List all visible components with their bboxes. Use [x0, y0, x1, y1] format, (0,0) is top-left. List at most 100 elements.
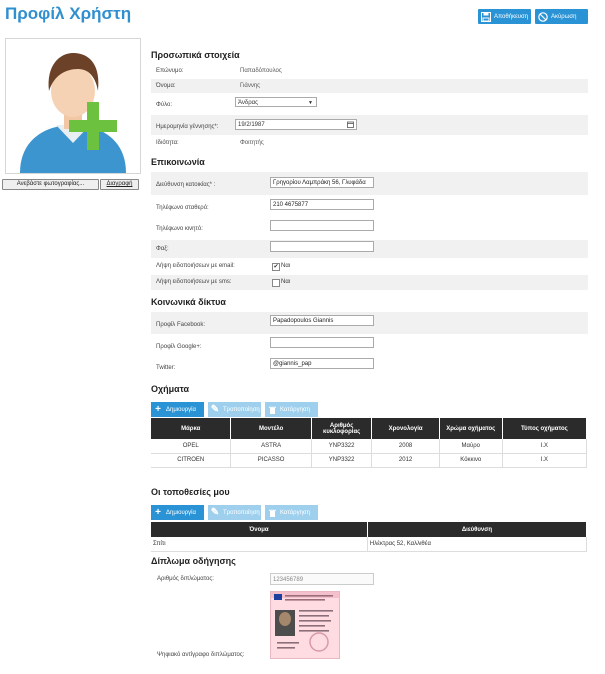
trash-icon	[267, 508, 277, 518]
trash-icon	[267, 405, 277, 415]
vehicles-delete-button[interactable]: Κατάργηση	[265, 402, 318, 417]
table-cell: Μαύρο	[439, 439, 503, 454]
cancel-icon	[537, 11, 548, 22]
fax-row: Φαξ:	[151, 240, 588, 258]
sms-notification-checkbox[interactable]	[272, 279, 280, 287]
chevron-down-icon: ▼	[308, 100, 313, 106]
sms-notification-row: Λήψη ειδοποιήσεων με sms: Ναι	[151, 275, 588, 290]
email-notification-row: Λήψη ειδοποιήσεων με email: ✔ Ναι	[151, 259, 588, 274]
column-header[interactable]: Αριθμός κυκλοφορίας	[311, 418, 373, 439]
name-value: Γιάννης	[240, 83, 261, 89]
column-header[interactable]: Χρώμα οχήματος	[439, 418, 503, 439]
locations-create-label: Δημιουργία	[166, 509, 196, 516]
avatar-add-icon	[20, 53, 126, 173]
pencil-icon: ✎	[210, 404, 220, 415]
mobile-label: Τηλέφωνο κινητό:	[156, 226, 203, 232]
column-header[interactable]: Τύπος οχήματος	[502, 418, 588, 439]
license-image[interactable]	[270, 591, 340, 659]
vehicles-edit-label: Τροποποίηση	[223, 406, 260, 413]
locations-create-button[interactable]: + Δημιουργία	[151, 505, 204, 520]
locations-delete-label: Κατάργηση	[280, 509, 310, 516]
vehicles-table: Μάρκα Μοντέλο Αριθμός κυκλοφορίας Χρονολ…	[151, 418, 588, 468]
google-input[interactable]	[270, 337, 374, 348]
contact-heading: Επικοινωνία	[151, 157, 205, 167]
locations-edit-button[interactable]: ✎ Τροποποίηση	[208, 505, 261, 520]
table-cell: 2008	[371, 439, 440, 454]
address-row: Διεύθυνση κατοικίας* : Γρηγορίου Λαμπράκ…	[151, 172, 588, 195]
gender-row: Φύλο: Άνδρας ▼	[151, 94, 588, 114]
personal-heading: Προσωπικά στοιχεία	[151, 50, 240, 60]
birthdate-label: Ημερομηνία γέννησης*:	[156, 124, 219, 130]
locations-delete-button[interactable]: Κατάργηση	[265, 505, 318, 520]
google-row: Προφίλ Google+:	[151, 335, 588, 356]
plus-icon: +	[155, 404, 161, 415]
profile-photo	[5, 38, 141, 174]
mobile-row: Τηλέφωνο κινητό:	[151, 219, 588, 239]
fax-input[interactable]	[270, 241, 374, 252]
cancel-button-label: Ακύρωση	[551, 13, 577, 20]
table-row[interactable]: CITROEN PICASSO YNP3322 2012 Κόκκινο I.X	[151, 453, 588, 468]
table-cell: YNP3322	[311, 453, 373, 468]
gender-select[interactable]: Άνδρας ▼	[235, 97, 317, 107]
address-label: Διεύθυνση κατοικίας* :	[156, 182, 216, 188]
phone-input[interactable]: 210 4675877	[270, 199, 374, 210]
google-label: Προφίλ Google+:	[156, 344, 202, 350]
save-button[interactable]: Αποθήκευση	[478, 9, 531, 24]
email-notification-label: Λήψη ειδοποιήσεων με email:	[156, 263, 235, 269]
table-cell: Σπίτι	[151, 537, 368, 552]
name-label: Όνομα:	[156, 83, 176, 89]
table-cell: Ηλέκτρας 52, Καλλιθέα	[367, 537, 588, 552]
fax-label: Φαξ:	[156, 246, 169, 252]
cancel-button[interactable]: Ακύρωση	[535, 9, 588, 24]
birthdate-input[interactable]: 19/2/1987	[235, 119, 357, 130]
surname-label: Επώνυμο:	[156, 68, 184, 74]
table-cell: Κόκκινο	[439, 453, 503, 468]
calendar-icon[interactable]	[347, 121, 354, 133]
twitter-label: Twitter:	[156, 365, 176, 371]
facebook-label: Προφίλ Facebook:	[156, 322, 205, 328]
social-heading: Κοινωνικά δίκτυα	[151, 297, 226, 307]
column-header[interactable]: Μοντέλο	[230, 418, 312, 439]
license-number-label: Αριθμός διπλώματος:	[157, 576, 214, 582]
pencil-icon: ✎	[210, 507, 220, 518]
email-notification-text: Ναι	[281, 263, 291, 269]
gender-select-value: Άνδρας	[238, 100, 259, 106]
twitter-input[interactable]: @giannis_pap	[270, 358, 374, 369]
license-copy-label: Ψηφιακό αντίγραφο διπλώματος:	[157, 652, 245, 658]
twitter-row: Twitter: @giannis_pap	[151, 357, 588, 374]
role-value: Φοιτητής	[240, 140, 264, 146]
save-icon	[480, 11, 491, 22]
locations-edit-label: Τροποποίηση	[223, 509, 260, 516]
table-row[interactable]: Σπίτι Ηλέκτρας 52, Καλλιθέα	[151, 537, 588, 552]
upload-photo-button[interactable]: Ανεβάστε φωτογραφίας...	[2, 179, 99, 190]
facebook-row: Προφίλ Facebook: Papadopoulos Giannis	[151, 312, 588, 334]
gender-label: Φύλο:	[156, 102, 172, 108]
table-cell: PICASSO	[230, 453, 312, 468]
surname-row: Επώνυμο: Παπαδόπουλος	[151, 64, 588, 78]
vehicles-table-header: Μάρκα Μοντέλο Αριθμός κυκλοφορίας Χρονολ…	[151, 418, 588, 439]
delete-photo-button[interactable]: Διαγραφή	[100, 179, 139, 190]
phone-label: Τηλέφωνο σταθερό:	[156, 205, 209, 211]
vehicles-edit-button[interactable]: ✎ Τροποποίηση	[208, 402, 261, 417]
sms-notification-text: Ναι	[281, 279, 291, 285]
column-header[interactable]: Όνομα	[151, 522, 368, 537]
vehicles-create-button[interactable]: + Δημιουργία	[151, 402, 204, 417]
license-number-input[interactable]: 123456789	[270, 573, 374, 585]
plus-icon: +	[155, 507, 161, 518]
birthdate-row: Ημερομηνία γέννησης*: 19/2/1987	[151, 115, 588, 135]
column-header[interactable]: Χρονολογία	[371, 418, 440, 439]
page-title: Προφίλ Χρήστη	[5, 4, 132, 23]
vehicles-heading: Οχήματα	[151, 384, 190, 394]
table-cell: 2012	[371, 453, 440, 468]
mobile-input[interactable]	[270, 220, 374, 231]
table-cell: OPEL	[151, 439, 232, 454]
table-row[interactable]: OPEL ASTRA YNP3322 2008 Μαύρο I.X	[151, 439, 588, 454]
table-cell: ASTRA	[230, 439, 312, 454]
address-input[interactable]: Γρηγορίου Λαμπράκη 56, Γλυφάδα	[270, 177, 374, 188]
column-header[interactable]: Διεύθυνση	[367, 522, 588, 537]
table-cell: CITROEN	[151, 453, 232, 468]
name-row: Όνομα: Γιάννης	[151, 79, 588, 93]
facebook-input[interactable]: Papadopoulos Giannis	[270, 315, 374, 326]
column-header[interactable]: Μάρκα	[151, 418, 232, 439]
email-notification-checkbox[interactable]: ✔	[272, 263, 280, 271]
